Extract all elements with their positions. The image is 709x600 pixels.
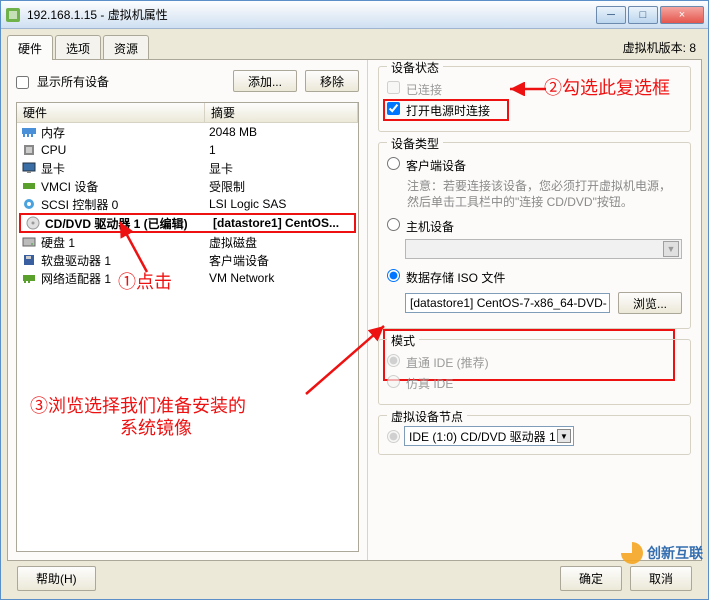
table-row-cddvd[interactable]: CD/DVD 驱动器 1 (已编辑) [datastore1] CentOS..… <box>19 213 356 233</box>
cd-icon <box>25 216 41 230</box>
logo-icon <box>621 542 643 564</box>
device-detail-pane: 设备状态 已连接 打开电源时连接 设备类型 客户端设备 <box>368 60 701 560</box>
chevron-down-icon[interactable]: ▼ <box>557 429 571 443</box>
floppy-icon <box>21 253 37 267</box>
table-row[interactable]: 硬盘 1 虚拟磁盘 <box>17 233 358 251</box>
vdn-combo[interactable]: IDE (1:0) CD/DVD 驱动器 1 ▼ <box>404 426 574 446</box>
table-row[interactable]: SCSI 控制器 0 LSI Logic SAS <box>17 195 358 213</box>
hw-label: CD/DVD 驱动器 1 (已编辑) <box>45 215 213 232</box>
mode-group: 模式 直通 IDE (推荐) 仿真 IDE <box>378 339 691 405</box>
iso-path-input[interactable]: [datastore1] CentOS-7-x86_64-DVD- <box>405 293 610 313</box>
hw-summary: 2048 MB <box>209 125 358 139</box>
vm-properties-window: 192.168.1.15 - 虚拟机属性 ─ □ × 硬件 选项 资源 虚拟机版… <box>0 0 709 600</box>
connected-label: 已连接 <box>406 81 442 98</box>
vm-version-label: 虚拟机版本: 8 <box>623 39 696 56</box>
video-icon <box>21 161 37 175</box>
bottom-bar: 帮助(H) 确定 取消 <box>7 561 702 595</box>
remove-button[interactable]: 移除 <box>305 70 359 92</box>
hw-label: VMCI 设备 <box>41 178 209 195</box>
show-all-devices-checkbox[interactable] <box>16 76 29 89</box>
hw-summary: 1 <box>209 143 358 157</box>
device-type-group: 设备类型 客户端设备 注意：若要连接该设备，您必须打开虚拟机电源，然后单击工具栏… <box>378 142 691 329</box>
help-button[interactable]: 帮助(H) <box>17 566 96 591</box>
table-row[interactable]: 软盘驱动器 1 客户端设备 <box>17 251 358 269</box>
cancel-button[interactable]: 取消 <box>630 566 692 591</box>
col-hardware-header[interactable]: 硬件 <box>17 102 205 123</box>
minimize-button[interactable]: ─ <box>596 6 626 24</box>
host-device-label: 主机设备 <box>406 218 454 235</box>
hw-label: 软盘驱动器 1 <box>41 252 209 269</box>
scsi-icon <box>21 197 37 211</box>
hardware-table: 硬件 摘要 内存 2048 MB CPU 1 <box>16 102 359 552</box>
tab-options[interactable]: 选项 <box>55 35 101 60</box>
emulate-radio <box>387 375 400 388</box>
nic-icon <box>21 271 37 285</box>
datastore-iso-radio[interactable] <box>387 269 400 282</box>
close-button[interactable]: × <box>660 6 704 24</box>
chevron-down-icon: ▼ <box>663 241 679 257</box>
hw-label: 网络适配器 1 <box>41 270 209 287</box>
table-row[interactable]: 显卡 显卡 <box>17 159 358 177</box>
vdn-value: IDE (1:0) CD/DVD 驱动器 1 <box>409 428 556 445</box>
device-type-legend: 设备类型 <box>387 135 443 152</box>
hw-label: CPU <box>41 143 209 157</box>
show-all-devices-label: 显示所有设备 <box>37 73 109 90</box>
vsphere-icon <box>5 7 21 23</box>
client-device-note: 注意：若要连接该设备，您必须打开虚拟机电源，然后单击工具栏中的"连接 CD/DV… <box>407 178 682 210</box>
maximize-button[interactable]: □ <box>628 6 658 24</box>
host-device-radio[interactable] <box>387 218 400 231</box>
hw-label: 显卡 <box>41 160 209 177</box>
table-row[interactable]: VMCI 设备 受限制 <box>17 177 358 195</box>
ram-icon <box>21 125 37 139</box>
content-area: 显示所有设备 添加... 移除 硬件 摘要 内存 2048 MB <box>7 59 702 561</box>
vdn-radio <box>387 430 400 443</box>
client-device-label: 客户端设备 <box>406 157 466 174</box>
device-status-group: 设备状态 已连接 打开电源时连接 <box>378 66 691 132</box>
hw-label: 硬盘 1 <box>41 234 209 251</box>
connected-checkbox <box>387 81 400 94</box>
tab-hardware[interactable]: 硬件 <box>7 35 53 60</box>
ok-button[interactable]: 确定 <box>560 566 622 591</box>
table-row[interactable]: 内存 2048 MB <box>17 123 358 141</box>
titlebar: 192.168.1.15 - 虚拟机属性 ─ □ × <box>1 1 708 29</box>
mode-legend: 模式 <box>387 332 419 349</box>
vdn-legend: 虚拟设备节点 <box>387 408 467 425</box>
hw-summary: 虚拟磁盘 <box>209 234 358 251</box>
hw-summary: 客户端设备 <box>209 252 358 269</box>
hw-summary: VM Network <box>209 271 358 285</box>
tab-resources[interactable]: 资源 <box>103 35 149 60</box>
passthrough-radio <box>387 354 400 367</box>
hw-summary: LSI Logic SAS <box>209 197 358 211</box>
passthrough-label: 直通 IDE (推荐) <box>406 354 489 371</box>
watermark-logo: 创新互联 <box>621 542 703 564</box>
client-device-radio[interactable] <box>387 157 400 170</box>
col-summary-header[interactable]: 摘要 <box>205 102 358 123</box>
hw-label: 内存 <box>41 124 209 141</box>
virtual-device-node-group: 虚拟设备节点 IDE (1:0) CD/DVD 驱动器 1 ▼ <box>378 415 691 455</box>
connect-at-power-on-checkbox[interactable] <box>387 102 400 115</box>
hw-summary: 显卡 <box>209 160 358 177</box>
connect-at-power-on-label: 打开电源时连接 <box>406 102 490 119</box>
table-row[interactable]: CPU 1 <box>17 141 358 159</box>
add-button[interactable]: 添加... <box>233 70 297 92</box>
window-title: 192.168.1.15 - 虚拟机属性 <box>27 6 596 23</box>
hw-label: SCSI 控制器 0 <box>41 196 209 213</box>
emulate-label: 仿真 IDE <box>406 375 453 392</box>
disk-icon <box>21 235 37 249</box>
vmci-icon <box>21 179 37 193</box>
table-row[interactable]: 网络适配器 1 VM Network <box>17 269 358 287</box>
hardware-list-pane: 显示所有设备 添加... 移除 硬件 摘要 内存 2048 MB <box>8 60 368 560</box>
browse-button[interactable]: 浏览... <box>618 292 682 314</box>
datastore-iso-label: 数据存储 ISO 文件 <box>406 269 505 286</box>
watermark-text: 创新互联 <box>647 543 703 563</box>
tab-bar: 硬件 选项 资源 虚拟机版本: 8 <box>7 35 702 60</box>
hw-summary: [datastore1] CentOS... <box>213 216 354 230</box>
cpu-icon <box>21 143 37 157</box>
device-status-legend: 设备状态 <box>387 60 443 76</box>
hw-summary: 受限制 <box>209 178 358 195</box>
host-device-select: ▼ <box>405 239 682 259</box>
